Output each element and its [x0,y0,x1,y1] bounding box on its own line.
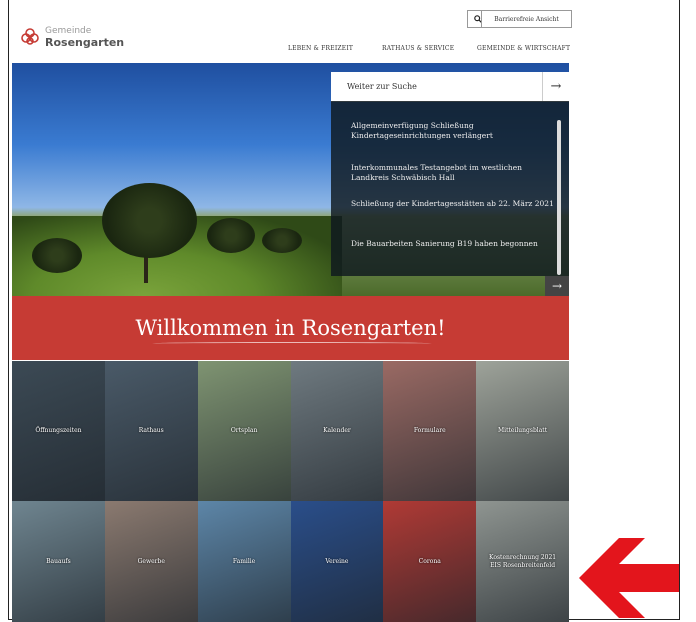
tile-label: Kalender [323,427,351,434]
tile-mitteilungsblatt[interactable]: Mitteilungsblatt [476,361,569,501]
welcome-banner: Willkommen in Rosengarten! [12,296,569,360]
rose-logo-icon [21,28,39,46]
news-item[interactable]: Schließung der Kindertagesstätten ab 22.… [351,199,556,209]
tile-bauaufs[interactable]: Bauaufs [12,501,105,622]
search-bar-label: Weiter zur Suche [347,82,417,91]
news-item[interactable]: Die Bauarbeiten Sanierung B19 haben bego… [351,239,556,249]
nav-gemeinde-wirtschaft[interactable]: GEMEINDE & WIRTSCHAFT [477,45,570,52]
tile-label: Bauaufs [46,557,71,565]
tile-label: Öffnungszeiten [35,427,82,434]
tile-label: Familie [232,557,256,565]
tile-corona[interactable]: Corona [383,501,477,622]
tile-label: Gewerbe [137,557,165,565]
tile-label: Rathaus [138,427,164,434]
tile-kostenrechnung[interactable]: Kostenrechnung 2021 EIS Rosenbreitenfeld [476,501,569,622]
tile-label: Vereine [325,557,349,565]
quicklink-grid: Öffnungszeiten Rathaus Ortsplan Kalender… [12,361,569,622]
tile-vereine[interactable]: Vereine [290,501,384,622]
news-panel: Allgemeinverfügung Schließung Kindertage… [331,101,569,276]
tile-oeffnungszeiten[interactable]: Öffnungszeiten [12,361,105,501]
decorative-line [152,342,432,345]
arrow-right-icon[interactable]: → [542,72,569,101]
news-item[interactable]: Interkommunales Testangebot im westliche… [351,163,556,183]
welcome-title: Willkommen in Rosengarten! [135,316,446,340]
arrow-left-icon [579,538,679,618]
tile-label: Kostenrechnung 2021 EIS Rosenbreitenfeld [489,554,556,570]
tile-kalender[interactable]: Kalender [290,361,384,501]
tile-formulare[interactable]: Formulare [383,361,477,501]
tile-label-line2: EIS Rosenbreitenfeld [490,561,556,569]
tile-ortsplan[interactable]: Ortsplan [197,361,291,501]
logo-title: Rosengarten [45,36,125,49]
tile-familie[interactable]: Familie [197,501,291,622]
site-logo[interactable]: Gemeinde Rosengarten [21,26,124,48]
nav-leben-freizeit[interactable]: LEBEN & FREIZEIT [288,45,353,52]
news-scrollbar[interactable] [557,120,561,275]
tile-label-line1: Kostenrechnung 2021 [489,553,557,561]
tile-label: Mitteilungsblatt [498,427,548,434]
tile-rathaus[interactable]: Rathaus [104,361,198,501]
tile-label: Formulare [413,427,446,434]
news-item[interactable]: Allgemeinverfügung Schließung Kindertage… [351,121,556,141]
tile-label: Ortsplan [230,427,258,434]
tile-gewerbe[interactable]: Gewerbe [104,501,198,622]
news-next-arrow-icon[interactable]: → [545,276,569,296]
tile-label: Corona [418,557,441,565]
nav-rathaus-service[interactable]: RATHAUS & SERVICE [382,45,454,52]
accessibility-view-button[interactable]: Barrierefreie Ansicht [481,10,572,28]
search-bar[interactable]: Weiter zur Suche → [331,72,569,102]
